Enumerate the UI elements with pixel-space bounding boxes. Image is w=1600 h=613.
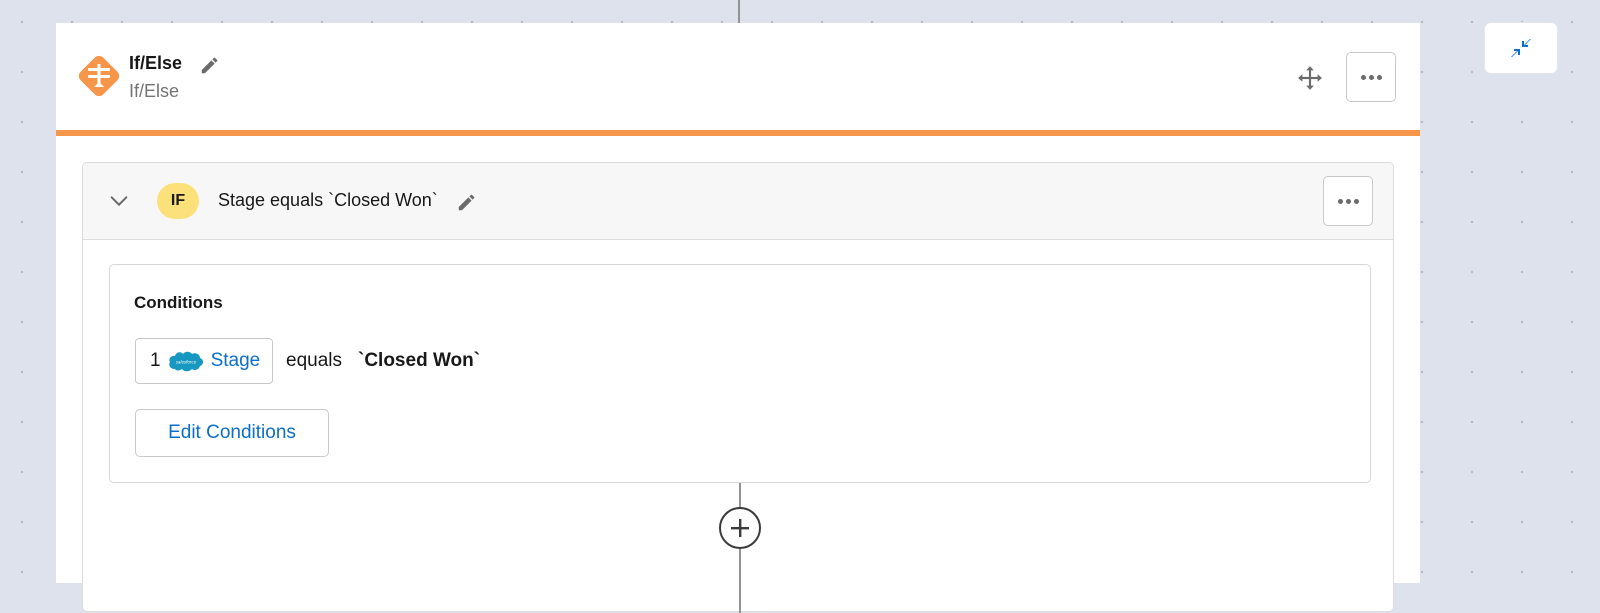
node-header: If/Else If/Else <box>56 23 1420 130</box>
add-step-button[interactable] <box>719 507 761 549</box>
if-branch: IF Stage equals `Closed Won` Conditions … <box>82 162 1394 613</box>
if-else-signpost-icon <box>78 55 120 97</box>
chevron-down-icon[interactable] <box>108 190 130 212</box>
conditions-heading: Conditions <box>134 293 223 312</box>
branch-header[interactable]: IF Stage equals `Closed Won` <box>83 163 1393 240</box>
node-more-button[interactable] <box>1346 52 1396 102</box>
condition-operator: equals <box>286 350 342 371</box>
pencil-icon[interactable] <box>456 191 478 213</box>
salesforce-cloud-icon: salesforce <box>168 351 203 372</box>
move-arrows-icon[interactable] <box>1297 65 1323 91</box>
collapse-canvas-button[interactable] <box>1485 23 1557 73</box>
node-title: If/Else <box>129 53 183 73</box>
svg-text:salesforce: salesforce <box>175 360 196 365</box>
edit-conditions-button[interactable]: Edit Conditions <box>135 409 329 457</box>
more-horizontal-icon <box>1360 74 1382 80</box>
conditions-panel: Conditions 1 salesforce Stage equals `Cl… <box>109 264 1371 483</box>
plus-circle-icon <box>731 519 749 537</box>
if-else-node-card: If/Else If/Else IF Stage equals `Closed … <box>56 23 1420 613</box>
node-accent-bar <box>56 130 1420 136</box>
condition-field-pill[interactable]: 1 salesforce Stage <box>135 338 273 384</box>
collapse-arrows-icon <box>1511 39 1531 57</box>
condition-value: `Closed Won` <box>358 350 481 371</box>
branch-more-button[interactable] <box>1323 176 1373 226</box>
step-number: 1 <box>150 350 161 371</box>
condition-field-name: Stage <box>210 350 261 371</box>
pencil-icon[interactable] <box>199 54 221 76</box>
node-subtitle: If/Else <box>129 81 180 101</box>
more-horizontal-icon <box>1337 198 1359 204</box>
branch-title: Stage equals `Closed Won` <box>218 190 438 210</box>
flow-connector-top <box>738 0 740 23</box>
if-badge: IF <box>157 183 199 219</box>
